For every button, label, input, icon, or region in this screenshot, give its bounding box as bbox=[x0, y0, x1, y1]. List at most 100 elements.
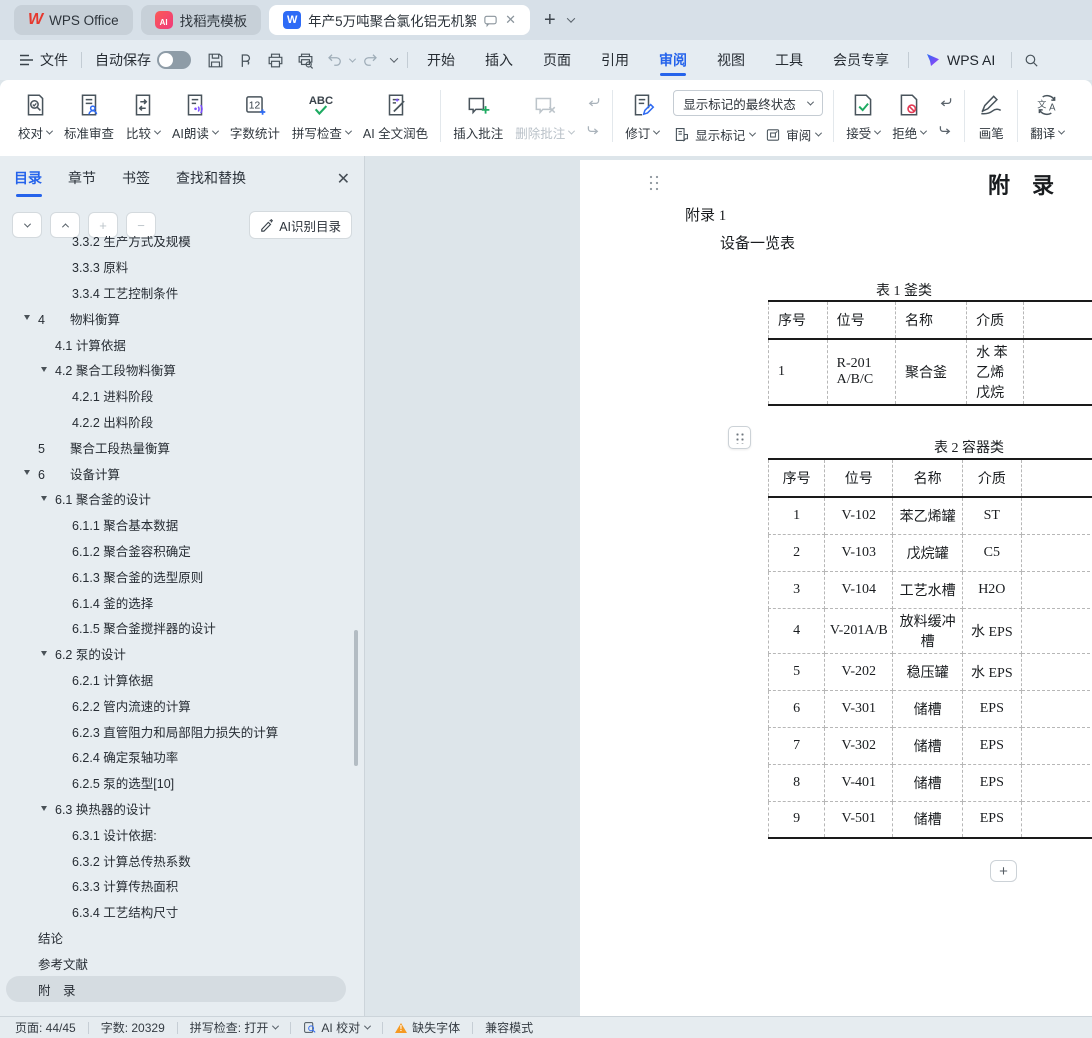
add-table-row-button[interactable]: + bbox=[990, 860, 1017, 882]
table2-caption[interactable]: 表 2 容器类 bbox=[934, 437, 1004, 457]
toc-item[interactable]: 3.3.4 工艺控制条件 bbox=[0, 280, 352, 306]
toc-item[interactable]: 4.1 计算依据 bbox=[0, 331, 352, 357]
toc-item[interactable]: 6.1.1 聚合基本数据 bbox=[0, 512, 352, 538]
show-markup-button[interactable]: 显示标记 bbox=[673, 125, 755, 144]
sidebar-tab-toc[interactable]: 目录 bbox=[14, 168, 42, 197]
table-cell[interactable]: 6 bbox=[769, 690, 825, 727]
table-cell[interactable] bbox=[1021, 727, 1092, 764]
table-cell[interactable]: EPS bbox=[962, 727, 1021, 764]
paragraph-drag-handle-icon[interactable] bbox=[648, 174, 660, 191]
table-cell[interactable]: EPS bbox=[962, 690, 1021, 727]
table-cell[interactable]: 苯乙烯罐 bbox=[893, 497, 962, 534]
table-cell[interactable] bbox=[1023, 339, 1092, 405]
toc-item[interactable]: 5 聚合工段热量衡算 bbox=[0, 434, 352, 460]
table-cell[interactable]: 7 bbox=[769, 727, 825, 764]
toolbar-more-chevron-icon[interactable] bbox=[390, 54, 398, 62]
table-cell[interactable]: V-102 bbox=[825, 497, 893, 534]
brush-button[interactable]: 画笔 bbox=[971, 88, 1011, 144]
table-cell[interactable] bbox=[1021, 571, 1092, 608]
new-tab-button[interactable]: + bbox=[544, 9, 556, 32]
table-cell[interactable] bbox=[1021, 653, 1092, 690]
proofread-button[interactable]: 校对 bbox=[12, 88, 58, 144]
tab-membership[interactable]: 会员专享 bbox=[818, 40, 904, 80]
tab-tools[interactable]: 工具 bbox=[760, 40, 818, 80]
toc-item[interactable]: 6.1.4 釜的选择 bbox=[0, 589, 352, 615]
reject-button[interactable]: 拒绝 bbox=[886, 88, 932, 144]
table-header-cell[interactable]: 名称 bbox=[895, 301, 966, 339]
save-button[interactable] bbox=[200, 46, 230, 74]
table-cell[interactable]: 8 bbox=[769, 764, 825, 801]
table-drag-handle-icon[interactable] bbox=[728, 426, 751, 449]
table-cell[interactable]: V-302 bbox=[825, 727, 893, 764]
table-cell[interactable]: V-501 bbox=[825, 801, 893, 838]
ai-read-button[interactable]: AI朗读 bbox=[166, 88, 224, 144]
redo-button[interactable] bbox=[355, 46, 385, 74]
table-cell[interactable]: R-201 A/B/C bbox=[827, 339, 895, 405]
table-header-cell[interactable]: 序号 bbox=[769, 301, 828, 339]
table-cell[interactable]: 稳压罐 bbox=[893, 653, 962, 690]
sidebar-tab-chapters[interactable]: 章节 bbox=[68, 168, 96, 197]
tab-reference[interactable]: 引用 bbox=[586, 40, 644, 80]
table-cell[interactable]: 戊烷罐 bbox=[893, 534, 962, 571]
table-header-cell[interactable]: 介质 bbox=[967, 301, 1023, 339]
table-cell[interactable] bbox=[1021, 801, 1092, 838]
table-cell[interactable]: ST bbox=[962, 497, 1021, 534]
document-page[interactable]: 附 录 附录 1 设备一览表 表 1 釜类 序号位号名称介质1R-201 A/B… bbox=[580, 160, 1092, 1016]
toc-item[interactable]: 6.3 换热器的设计 bbox=[0, 796, 352, 822]
table-header-cell[interactable]: 序号 bbox=[769, 459, 825, 497]
table-cell[interactable] bbox=[1021, 497, 1092, 534]
toc-item[interactable]: 4.2.1 进料阶段 bbox=[0, 383, 352, 409]
toc-expand-arrow-icon[interactable] bbox=[24, 315, 30, 320]
table-cell[interactable]: 水 EPS bbox=[962, 608, 1021, 653]
doc-table-vessels[interactable]: 序号位号名称介质1V-102苯乙烯罐ST2V-103戊烷罐C53V-104工艺水… bbox=[768, 458, 1092, 839]
toc-item[interactable]: 6.1.3 聚合釜的选型原则 bbox=[0, 563, 352, 589]
table-cell[interactable] bbox=[1021, 690, 1092, 727]
table-cell[interactable]: EPS bbox=[962, 801, 1021, 838]
table-cell[interactable]: 储槽 bbox=[893, 801, 962, 838]
toc-item[interactable]: 4.2.2 出料阶段 bbox=[0, 409, 352, 435]
sidebar-tab-find-replace[interactable]: 查找和替换 bbox=[176, 168, 246, 197]
sidebar-close-icon[interactable]: ✕ bbox=[337, 169, 350, 197]
toc-item[interactable]: 6.2.1 计算依据 bbox=[0, 667, 352, 693]
table-cell[interactable] bbox=[1021, 764, 1092, 801]
tab-insert[interactable]: 插入 bbox=[470, 40, 528, 80]
table-cell[interactable]: 1 bbox=[769, 339, 828, 405]
missing-font-warning[interactable]: 缺失字体 bbox=[383, 1019, 472, 1036]
toc-item[interactable]: 6.1 聚合釜的设计 bbox=[0, 486, 352, 512]
toc-expand-arrow-icon[interactable] bbox=[41, 806, 47, 811]
table-cell[interactable]: 储槽 bbox=[893, 727, 962, 764]
toc-item[interactable]: 6.2.2 管内流速的计算 bbox=[0, 692, 352, 718]
table-cell[interactable] bbox=[1021, 608, 1092, 653]
search-button[interactable] bbox=[1016, 46, 1046, 74]
comment-bubble-icon[interactable] bbox=[483, 13, 498, 28]
table-cell[interactable]: V-202 bbox=[825, 653, 893, 690]
table-cell[interactable]: 4 bbox=[769, 608, 825, 653]
compat-mode-indicator[interactable]: 兼容模式 bbox=[473, 1019, 545, 1036]
toc-item[interactable]: 6.1.2 聚合釜容积确定 bbox=[0, 538, 352, 564]
doc-heading-appendix[interactable]: 附 录 bbox=[988, 168, 1054, 200]
page-indicator[interactable]: 页面: 44/45 bbox=[15, 1019, 88, 1036]
insert-comment-button[interactable]: 插入批注 bbox=[447, 88, 509, 144]
toc-expand-arrow-icon[interactable] bbox=[24, 470, 30, 475]
document-tab[interactable]: W 年产5万吨聚合氯化铝无机絮凝 ✕ bbox=[269, 5, 530, 35]
next-comment-button[interactable] bbox=[582, 120, 604, 140]
toc-expand-arrow-icon[interactable] bbox=[41, 367, 47, 372]
table-cell[interactable]: 放料缓冲槽 bbox=[893, 608, 962, 653]
table-header-cell[interactable] bbox=[1021, 459, 1092, 497]
table-cell[interactable]: V-301 bbox=[825, 690, 893, 727]
table-cell[interactable]: EPS bbox=[962, 764, 1021, 801]
table-header-cell[interactable]: 位号 bbox=[825, 459, 893, 497]
wps-ai-button[interactable]: WPS AI bbox=[913, 52, 1007, 68]
table-cell[interactable]: 工艺水槽 bbox=[893, 571, 962, 608]
next-revision-button[interactable] bbox=[934, 120, 956, 140]
table-cell[interactable]: 水 EPS bbox=[962, 653, 1021, 690]
table1-caption[interactable]: 表 1 釜类 bbox=[876, 280, 932, 300]
tab-page[interactable]: 页面 bbox=[528, 40, 586, 80]
table-cell[interactable]: C5 bbox=[962, 534, 1021, 571]
toc-demote-button[interactable]: − bbox=[126, 212, 156, 238]
toc-item[interactable]: 6.2 泵的设计 bbox=[0, 641, 352, 667]
toc-expand-button[interactable] bbox=[12, 212, 42, 238]
toc-item[interactable]: 6.3.1 设计依据: bbox=[0, 821, 352, 847]
spell-check-button[interactable]: ABC 拼写检查 bbox=[286, 88, 357, 144]
table-cell[interactable]: V-104 bbox=[825, 571, 893, 608]
